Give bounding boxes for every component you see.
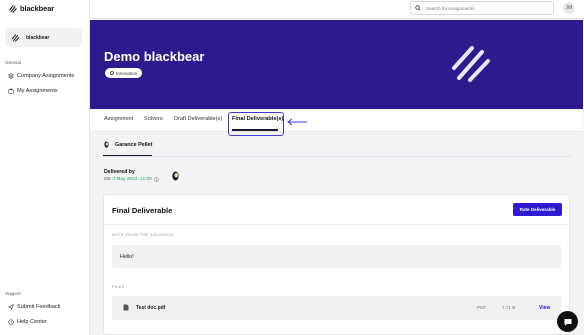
- final-deliverable-card: Final Deliverable Rate Deliverable NOTE …: [103, 194, 570, 335]
- file-size: 7.71 B: [502, 305, 516, 310]
- file-row: Test doc.pdf PDF 7.71 B View: [112, 296, 561, 320]
- tab-highlight-annotation: [228, 112, 284, 136]
- sidebar-item-label: Help Center: [17, 319, 47, 325]
- help-circle-icon: [8, 319, 14, 325]
- layers-icon: [8, 73, 14, 79]
- file-icon: [123, 304, 129, 311]
- top-bar: JM: [90, 0, 584, 19]
- sidebar-item-my-assignments[interactable]: My Assignments: [8, 88, 58, 94]
- workspace-label: blackbear: [26, 34, 50, 41]
- card-title: Final Deliverable: [112, 206, 173, 215]
- view-file-link[interactable]: View: [539, 305, 550, 311]
- workspace-switcher[interactable]: blackbear: [5, 28, 82, 47]
- solver-avatar: [104, 141, 109, 148]
- sidebar-item-company-assignments[interactable]: Company Assignments: [8, 73, 74, 79]
- divider: [104, 224, 569, 225]
- delivered-by-label: Delivered by: [104, 169, 135, 175]
- brand-logo[interactable]: blackbear: [9, 4, 54, 13]
- file-type: PDF: [477, 305, 487, 310]
- solver-note: Hello!: [112, 245, 561, 268]
- brand-name: blackbear: [20, 4, 55, 13]
- search-icon: [415, 5, 421, 11]
- send-icon: [8, 304, 14, 310]
- user-avatar[interactable]: JM: [563, 2, 575, 14]
- file-name: Test doc.pdf: [136, 305, 166, 311]
- delivered-on-prefix: On: [104, 177, 111, 182]
- search-input[interactable]: [426, 5, 546, 11]
- category-tag-label: Innovation: [116, 70, 138, 76]
- assignment-banner: Demo blackbear Innovation: [90, 20, 583, 109]
- blackbear-logo-icon: [9, 4, 17, 13]
- chat-widget-button[interactable]: [557, 311, 578, 332]
- assignment-tabs: Assignment Solvers Draft Deliverable(s) …: [90, 110, 583, 136]
- tag-circle-icon: [110, 71, 114, 75]
- rate-deliverable-button[interactable]: Rate Deliverable: [513, 203, 562, 216]
- solver-tab[interactable]: Garance Pellet: [103, 141, 152, 148]
- blackbear-watermark-icon: [452, 46, 490, 82]
- delivered-date-line: On 3 May 2023, 11:08: [104, 177, 159, 182]
- assignment-title: Demo blackbear: [104, 49, 205, 64]
- divider: [103, 156, 571, 157]
- tab-assignment[interactable]: Assignment: [104, 116, 133, 122]
- files-section-label: FILES: [112, 285, 125, 289]
- category-tag: Innovation: [105, 68, 143, 78]
- tab-solvers[interactable]: Solvers: [144, 116, 163, 122]
- sidebar-item-label: My Assignments: [17, 88, 58, 94]
- arrow-left-icon: [287, 118, 307, 126]
- briefcase-icon: [8, 88, 14, 94]
- tab-draft-deliverables[interactable]: Draft Deliverable(s): [174, 116, 222, 122]
- delivered-date: 3 May 2023, 11:08: [112, 177, 152, 182]
- sidebar-item-help-center[interactable]: Help Center: [8, 319, 47, 325]
- sidebar-item-submit-feedback[interactable]: Submit Feedback: [8, 304, 61, 310]
- delivered-info: Delivered by On 3 May 2023, 11:08: [104, 169, 159, 182]
- support-section-title: Support: [5, 291, 21, 296]
- info-icon[interactable]: [154, 177, 159, 182]
- sidebar-item-label: Company Assignments: [17, 73, 75, 79]
- search-box[interactable]: [410, 1, 554, 15]
- workspace-logo-icon: [11, 33, 20, 42]
- deliverer-avatar: [172, 171, 179, 181]
- solver-note-text: Hello!: [120, 253, 134, 260]
- solver-name: Garance Pellet: [115, 141, 153, 148]
- sidebar-item-label: Submit Feedback: [17, 304, 61, 310]
- sidebar: blackbear blackbear General Company Assi…: [0, 0, 90, 335]
- general-section-title: General: [5, 60, 22, 65]
- chat-icon: [564, 318, 571, 326]
- note-section-label: NOTE FROM THE SOLVER(S): [112, 233, 174, 237]
